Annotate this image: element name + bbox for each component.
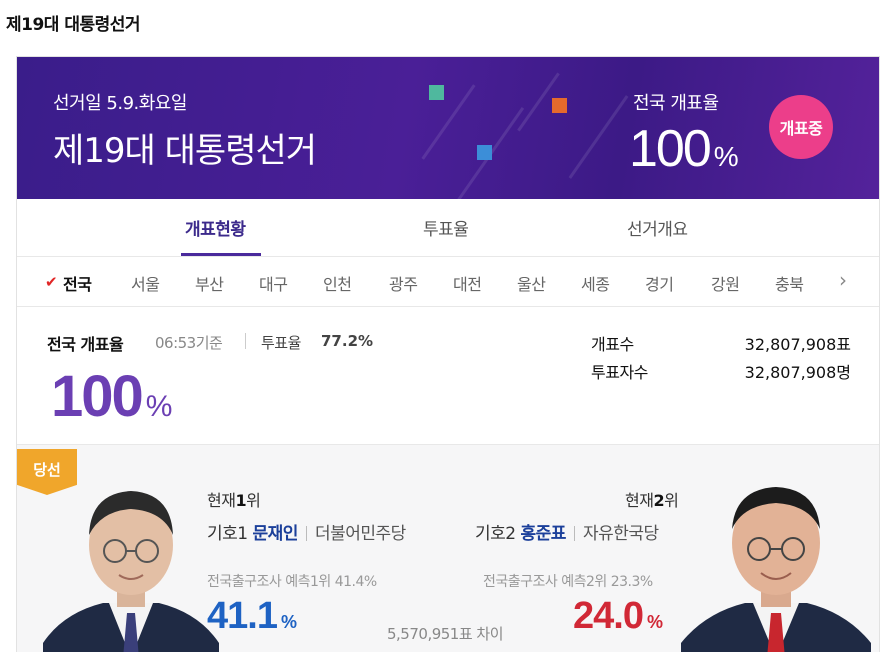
decor-square [477, 145, 492, 160]
counted-label: 개표수 [591, 335, 634, 354]
tab-overview[interactable]: 선거개요 [627, 215, 688, 240]
candidate-1-photo [43, 491, 219, 652]
percent-unit: % [646, 612, 663, 632]
candidate-number: 기호2 [475, 524, 516, 544]
region-gwangju[interactable]: 광주 [389, 271, 418, 295]
counting-status-badge: 개표중 [769, 95, 833, 159]
percent-value: 41.1 [207, 595, 278, 637]
election-title: 제19대 대통령선거 [53, 131, 317, 171]
summary-label: 전국 개표율 [47, 335, 124, 354]
vote-gap: 5,570,951표 차이 [387, 625, 504, 643]
region-busan[interactable]: 부산 [195, 271, 224, 295]
candidate-2-info: 기호2 홍준표 자유한국당 [475, 519, 659, 544]
rate-value: 100 [629, 120, 712, 178]
national-count-rate: 100% [629, 119, 739, 179]
candidate-2-rank: 현재2위 [625, 487, 679, 511]
active-tab-indicator [181, 253, 261, 256]
candidate-party: 더불어민주당 [314, 524, 406, 544]
national-count-label: 전국 개표율 [633, 93, 719, 114]
rank-prefix: 현재 [625, 491, 654, 510]
election-card: 선거일 5.9.화요일 제19대 대통령선거 전국 개표율 100% 개표중 개… [16, 56, 880, 652]
tab-bar: 개표현황 투표율 선거개요 [17, 199, 879, 257]
count-rate-unit: % [145, 390, 173, 423]
rate-unit: % [713, 141, 739, 172]
tab-count-status[interactable]: 개표현황 [185, 215, 246, 240]
region-national[interactable]: 전국 [63, 271, 92, 295]
decor-square [552, 98, 567, 113]
turnout-value: 77.2% [321, 332, 374, 350]
candidate-1-rank: 현재1위 [207, 487, 261, 511]
divider [305, 526, 307, 541]
percent-value: 24.0 [573, 595, 644, 637]
percent-unit: % [280, 612, 297, 632]
decor-square [429, 85, 444, 100]
candidate-1-info: 기호1 문재인 더불어민주당 [207, 519, 406, 544]
count-summary: 전국 개표율 06:53기준 투표율 77.2% 100% 개표수 32,807… [17, 307, 879, 444]
rank-number: 2 [653, 491, 665, 510]
decor-streak [568, 95, 629, 179]
turnout-label: 투표율 [261, 334, 301, 352]
region-incheon[interactable]: 인천 [323, 271, 352, 295]
summary-time: 06:53기준 [155, 334, 223, 352]
chevron-right-icon[interactable]: › [839, 268, 847, 292]
candidate-name[interactable]: 문재인 [253, 524, 299, 544]
candidate-1-percent: 41.1% [207, 595, 297, 638]
candidate-name[interactable]: 홍준표 [521, 524, 567, 544]
region-gangwon[interactable]: 강원 [711, 271, 740, 295]
region-filter: ✔ 전국 서울 부산 대구 인천 광주 대전 울산 세종 경기 강원 충북 › [17, 257, 879, 307]
count-rate-big: 100% [51, 363, 172, 430]
divider [573, 526, 575, 541]
region-chungbuk[interactable]: 충북 [775, 271, 804, 295]
page-title: 제19대 대통령선거 [6, 15, 141, 35]
region-sejong[interactable]: 세종 [581, 271, 610, 295]
check-icon: ✔ [45, 273, 58, 291]
counted-value: 32,807,908표 [744, 335, 851, 354]
region-gyeonggi[interactable]: 경기 [645, 271, 674, 295]
candidate-1-exit-poll: 전국출구조사 예측1위 41.4% [207, 574, 377, 590]
candidate-party: 자유한국당 [582, 524, 659, 544]
candidate-number: 기호1 [207, 524, 248, 544]
candidate-result: 당선 현재1위 기호1 문재인 더불어민주당 전국출구조사 예측1위 41.4% … [17, 444, 879, 652]
region-ulsan[interactable]: 울산 [517, 271, 546, 295]
voters-label: 투표자수 [591, 363, 648, 382]
count-rate-value: 100 [51, 364, 144, 429]
rank-suffix: 위 [664, 491, 679, 510]
candidate-2-percent: 24.0% [573, 595, 663, 638]
rank-number: 1 [235, 491, 247, 510]
region-daegu[interactable]: 대구 [259, 271, 288, 295]
election-banner: 선거일 5.9.화요일 제19대 대통령선거 전국 개표율 100% 개표중 [17, 57, 879, 199]
voters-value: 32,807,908명 [744, 363, 851, 382]
candidate-2-exit-poll: 전국출구조사 예측2위 23.3% [483, 574, 653, 590]
candidate-2-photo [681, 487, 871, 652]
rank-prefix: 현재 [207, 491, 236, 510]
region-daejeon[interactable]: 대전 [453, 271, 482, 295]
election-date: 선거일 5.9.화요일 [53, 93, 187, 114]
rank-suffix: 위 [246, 491, 261, 510]
tab-turnout[interactable]: 투표율 [423, 215, 469, 240]
divider [245, 333, 246, 349]
region-seoul[interactable]: 서울 [131, 271, 160, 295]
